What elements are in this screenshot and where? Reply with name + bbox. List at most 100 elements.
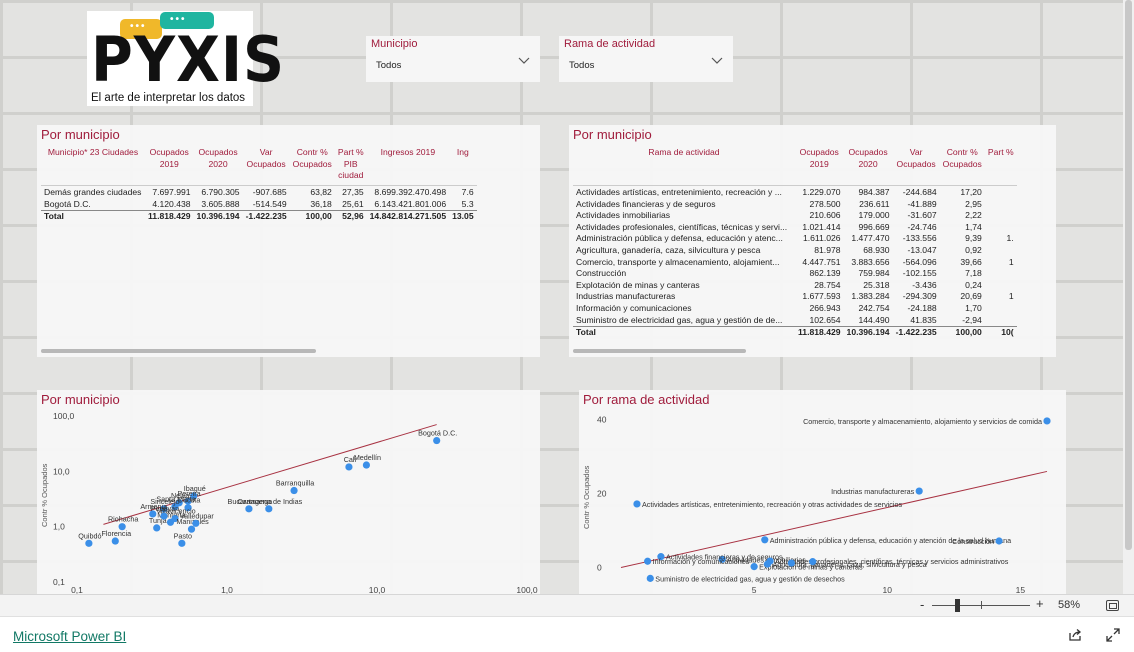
point-label: Bucaramanga [228,497,273,506]
table-row[interactable]: Industrias manufactureras 1.677.593 1.383.… [573,291,1017,303]
table-row[interactable]: Explotación de minas y canteras 28.754 25.… [573,280,1017,292]
fit-to-page-icon[interactable] [1106,600,1119,611]
column-header[interactable]: Ocupados 2020 [844,147,893,185]
scatter-visual-municipio[interactable]: Por municipio 0,1 1,0 10,0 100,0 0,1 1,0 10,0 1… [37,390,540,594]
scatter-visual-rama[interactable]: Por rama de actividad 0 20 40 5 10 15 Contr % … [579,390,1066,594]
column-header[interactable]: Ocupados 2020 [194,147,243,185]
data-point[interactable] [184,497,192,505]
data-point[interactable] [750,563,758,571]
data-point[interactable] [633,500,641,508]
table-cell: 13.05 [449,210,477,223]
data-point[interactable] [915,487,923,495]
column-header[interactable]: Part % PIB ciudad [335,147,367,185]
data-point[interactable] [178,539,186,547]
slicer-rama-actividad[interactable]: Rama de actividad Todos [559,36,733,82]
table-row[interactable]: Información y comunicaciones 266.943 242.7… [573,303,1017,315]
column-header[interactable]: Ocupados 2019 [145,147,194,185]
slicer-value[interactable]: Todos [569,60,594,71]
table-total-row[interactable]: Total 11.818.429 10.396.194 -1.422.235 100,0… [41,210,477,223]
column-header[interactable]: Rama de actividad [573,147,795,185]
zoom-slider-handle[interactable] [955,599,960,612]
data-point[interactable] [160,505,168,513]
scatter-chart[interactable]: 0,1 1,0 10,0 100,0 0,1 1,0 10,0 100,0 Contr % Oc… [37,390,540,594]
y-tick-label: 10,0 [53,466,70,476]
table-row[interactable]: Suministro de electricidad gas, agua y g… [573,315,1017,327]
data-point[interactable] [111,537,119,545]
data-point[interactable] [187,525,196,533]
column-header[interactable]: Ingresos 2019 [367,147,449,185]
table-cell: -244.684 [902,187,937,197]
table-row[interactable]: Demás grandes ciudades 7.697.991 6.790.305… [41,187,477,199]
column-header[interactable]: Ing [449,147,477,185]
data-table[interactable]: Municipio* 23 Ciudades Ocupados 2019 Ocupad… [41,147,477,223]
data-point[interactable] [171,514,179,523]
data-point[interactable] [763,560,772,568]
table-row[interactable]: Actividades profesionales, científicas, … [573,222,1017,234]
data-point[interactable] [657,553,665,561]
data-point[interactable] [265,505,273,513]
table-cell: 17,20 [960,187,982,197]
chevron-down-icon[interactable] [518,56,530,68]
table-cell: -133.556 [902,233,937,244]
table-row[interactable]: Actividades inmobiliarias 210.606 179.000 -… [573,210,1017,222]
horizontal-scrollbar[interactable] [41,349,316,353]
table-total-row[interactable]: Total 11.818.429 10.396.194 -1.422.235 100,0… [573,326,1017,339]
table-row[interactable]: Construcción 862.139 759.984 -102.155 7,18 [573,268,1017,280]
column-header[interactable]: Municipio* 23 Ciudades [41,147,145,185]
table-row[interactable]: Actividades financieras y de seguros 278.… [573,199,1017,211]
power-bi-link[interactable]: Microsoft Power BI [13,629,126,644]
data-point[interactable] [761,536,769,544]
table-row[interactable]: Actividades artísticas, entretenimiento,… [573,187,1017,199]
data-point[interactable] [362,461,371,469]
horizontal-scrollbar[interactable] [573,349,746,353]
data-point[interactable] [766,557,774,565]
table-visual-municipio[interactable]: Por municipio Municipio* 23 Ciudades Ocup… [37,125,540,357]
data-point[interactable] [166,518,175,526]
data-point[interactable] [290,486,298,495]
column-header[interactable]: Var Ocupados [243,147,290,185]
data-point[interactable] [646,574,654,582]
table-row[interactable]: Agricultura, ganadería, caza, silvicultu… [573,245,1017,257]
fullscreen-icon[interactable] [1106,628,1120,642]
table-row[interactable]: Comercio, transporte y almacenamiento, a… [573,257,1017,269]
slicer-municipio[interactable]: Municipio Todos [366,36,540,82]
data-point[interactable] [171,503,179,511]
data-point[interactable] [809,558,817,566]
data-point[interactable] [149,510,157,518]
vertical-scrollbar[interactable] [1123,0,1134,594]
data-point[interactable] [160,512,168,520]
point-label: Ibagué [184,484,206,493]
data-point[interactable] [192,519,200,527]
table-row[interactable]: Administración pública y defensa, educac… [573,233,1017,245]
zoom-in-button[interactable]: + [1036,596,1044,611]
data-point[interactable] [175,499,183,507]
data-point[interactable] [190,492,198,500]
data-point[interactable] [787,559,795,567]
share-icon[interactable] [1068,628,1082,642]
table-row[interactable]: Bogotá D.C. 4.120.438 3.605.888 -514.549 36,… [41,199,477,211]
column-header[interactable]: Ocupados 2019 [795,147,844,185]
data-point[interactable] [644,557,652,565]
column-header[interactable]: Part % [985,147,1017,185]
column-header[interactable]: Contr % Ocupados [940,147,985,185]
slicer-value[interactable]: Todos [376,60,401,71]
data-point[interactable] [995,537,1003,545]
scatter-chart[interactable]: 0 20 40 5 10 15 Contr % Ocupados Comercio, tran… [579,390,1066,594]
data-point[interactable] [153,524,161,532]
data-point[interactable] [118,523,126,531]
table-visual-actividad[interactable]: Por municipio Rama de actividad Ocupados 2… [569,125,1056,357]
data-table[interactable]: Rama de actividad Ocupados 2019 Ocupados 202… [573,147,1017,339]
column-header[interactable]: Var Ocupados [893,147,940,185]
zoom-out-button[interactable]: - [920,597,924,612]
data-point[interactable] [184,504,192,512]
data-point[interactable] [245,505,253,513]
chevron-down-icon[interactable] [711,56,723,68]
data-point[interactable] [718,555,726,563]
scrollbar-thumb[interactable] [1125,0,1132,550]
chat-bubble-icon: ••• [120,19,162,39]
data-point[interactable] [85,539,93,547]
data-point[interactable] [433,436,441,445]
data-point[interactable] [345,463,353,471]
column-header[interactable]: Contr % Ocupados [290,147,335,185]
data-point[interactable] [1043,417,1051,425]
